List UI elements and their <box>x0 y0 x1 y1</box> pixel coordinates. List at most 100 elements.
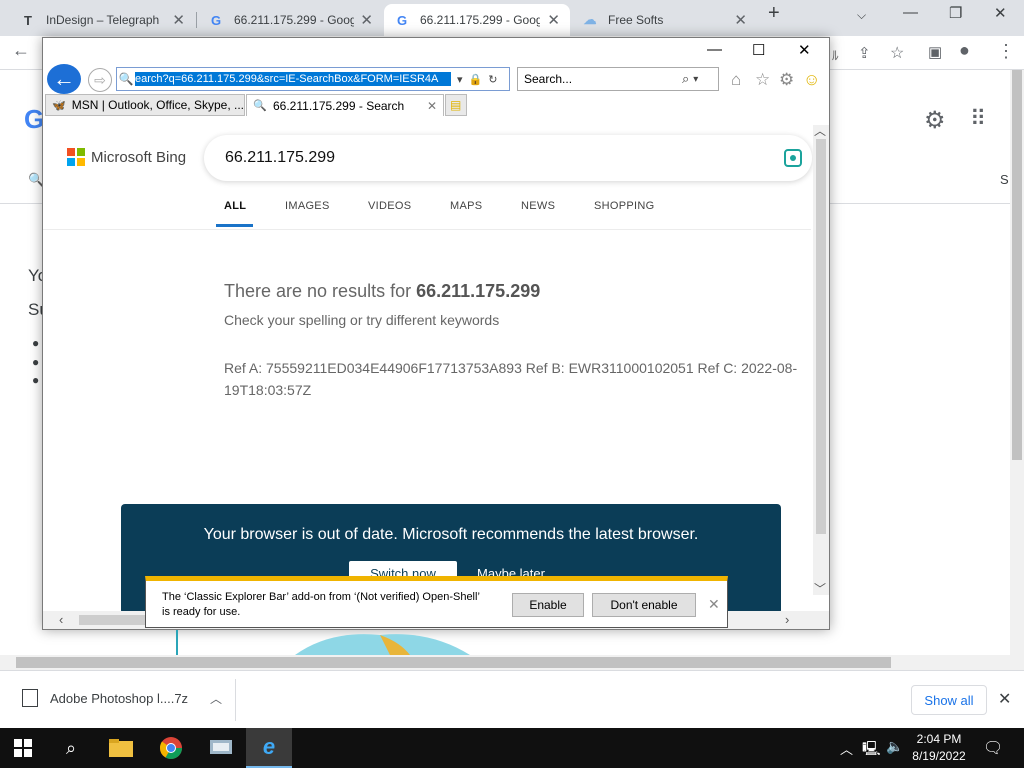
nav-images[interactable]: IMAGES <box>285 200 330 212</box>
nav-all[interactable]: ALL <box>224 200 246 212</box>
notifications-icon[interactable]: 🗨 <box>983 738 1003 758</box>
nav-news[interactable]: NEWS <box>521 200 555 212</box>
show-all-button[interactable]: Show all <box>911 685 987 715</box>
cloud-icon: ☁ <box>583 12 597 27</box>
divider <box>235 679 236 721</box>
close-icon[interactable]: ✕ <box>360 11 373 29</box>
dont-enable-button[interactable]: Don't enable <box>592 593 696 617</box>
chrome-tab-2[interactable]: G 66.211.175.299 - Goog ✕ <box>198 4 383 36</box>
search-icon[interactable]: ⌕ <box>682 71 689 87</box>
close-icon[interactable]: ✕ <box>998 689 1011 709</box>
home-icon[interactable]: ⌂ <box>731 70 741 90</box>
new-tab-icon[interactable]: ▤ <box>445 94 467 116</box>
minimize-icon[interactable]: — <box>903 4 918 21</box>
search-icon: 🔍 <box>118 72 134 86</box>
tab-search-chevron-icon[interactable]: ⌵ <box>857 8 866 23</box>
maximize-icon[interactable]: ☐ <box>752 41 765 59</box>
ie-tab-msn[interactable]: 🦋 MSN | Outlook, Office, Skype, ... <box>45 94 245 116</box>
smiley-feedback-icon[interactable]: ☺ <box>803 70 820 90</box>
nav-maps[interactable]: MAPS <box>450 200 482 212</box>
scroll-right-icon[interactable]: › <box>785 612 789 627</box>
chrome-vertical-scrollbar[interactable] <box>1010 70 1024 655</box>
menu-kebab-icon[interactable]: ⋮ <box>997 41 1015 62</box>
back-arrow-icon[interactable]: ← <box>47 64 81 94</box>
bullet-icon: ● <box>32 336 40 350</box>
address-bar[interactable]: 🔍 earch?q=66.211.175.299&src=IE-SearchBo… <box>116 67 510 91</box>
bing-search-box[interactable]: 66.211.175.299 <box>204 135 812 181</box>
close-icon[interactable]: ✕ <box>419 99 437 113</box>
chrome-tab-3[interactable]: G 66.211.175.299 - Goog ✕ <box>384 4 570 36</box>
network-icon[interactable]: 🖳 <box>862 738 881 762</box>
tab-separator <box>196 12 197 28</box>
ie-tab-search[interactable]: 🔍 66.211.175.299 - Search ✕ <box>246 94 444 116</box>
system-clock[interactable]: 2:04 PM 8/19/2022 <box>908 731 970 765</box>
close-window-icon[interactable]: ✕ <box>798 41 811 59</box>
scroll-left-icon[interactable]: ‹ <box>59 612 63 627</box>
notification-text: The ‘Classic Explorer Bar’ add-on from ‘… <box>162 591 480 618</box>
close-icon[interactable]: ✕ <box>734 11 747 29</box>
google-favicon-icon: G <box>396 12 408 28</box>
settings-gear-icon[interactable]: ⚙ <box>779 70 794 90</box>
google-favicon-icon: G <box>210 12 222 28</box>
control-panel-icon[interactable] <box>198 728 244 768</box>
search-input[interactable] <box>524 72 674 86</box>
share-icon[interactable]: ⇪ <box>858 44 871 62</box>
bookmark-star-icon[interactable]: ☆ <box>890 43 904 63</box>
download-item[interactable]: Adobe Photoshop l....7z ︿ <box>22 689 222 707</box>
addon-notification-bar: The ‘Classic Explorer Bar’ add-on from ‘… <box>145 576 728 628</box>
forward-arrow-icon[interactable]: ⇨ <box>88 68 112 92</box>
chrome-tab-4[interactable]: ☁ Free Softs ✕ <box>572 4 757 36</box>
reference-ids: Ref A: 75559211ED034E44906F17713753A893 … <box>224 360 798 398</box>
visual-search-camera-icon[interactable] <box>784 149 802 167</box>
start-windows-icon[interactable] <box>0 728 46 768</box>
lock-icon[interactable]: 🔒 <box>469 73 483 86</box>
chrome-tab-title: Free Softs <box>608 13 664 27</box>
settings-gear-icon[interactable]: ⚙ <box>924 106 946 135</box>
dropdown-icon[interactable]: ▾ <box>457 73 463 86</box>
favorites-star-icon[interactable]: ☆ <box>755 70 770 90</box>
scroll-thumb[interactable] <box>1012 70 1022 460</box>
ie-vertical-scrollbar[interactable]: ︿ ﹀ <box>813 122 829 597</box>
extension-partial-icon[interactable]: ﾙ <box>832 45 839 64</box>
address-url[interactable]: earch?q=66.211.175.299&src=IE-SearchBox&… <box>135 72 451 86</box>
chrome-horizontal-scrollbar[interactable] <box>0 655 1024 670</box>
close-icon[interactable]: ✕ <box>708 596 720 613</box>
volume-icon[interactable]: 🔈 <box>886 738 903 755</box>
nav-shopping[interactable]: SHOPPING <box>594 200 654 212</box>
bing-logo[interactable]: Microsoft Bing <box>67 148 186 166</box>
chrome-tab-1[interactable]: T InDesign – Telegraph ✕ <box>10 4 195 36</box>
back-arrow-icon[interactable]: ← <box>12 40 30 61</box>
chevron-up-icon[interactable]: ︿ <box>210 690 222 707</box>
apps-grid-icon[interactable]: ⠿ <box>970 106 986 132</box>
internet-explorer-icon[interactable]: e <box>246 728 292 768</box>
scroll-down-icon[interactable]: ﹀ <box>814 580 826 597</box>
chrome-icon[interactable] <box>148 728 194 768</box>
close-icon[interactable]: ✕ <box>547 11 560 29</box>
ie-title-bar[interactable]: — ☐ ✕ <box>43 38 829 64</box>
ie-tab-bar: 🦋 MSN | Outlook, Office, Skype, ... 🔍 66… <box>43 94 829 116</box>
bing-query[interactable]: 66.211.175.299 <box>225 149 335 167</box>
refresh-icon[interactable]: ↻ <box>488 73 497 86</box>
scroll-up-icon[interactable]: ︿ <box>814 122 826 139</box>
ie-tab-title: 66.211.175.299 - Search <box>273 98 405 113</box>
internet-explorer-window: — ☐ ✕ ← ⇨ 🔍 earch?q=66.211.175.299&src=I… <box>42 37 830 630</box>
nav-videos[interactable]: VIDEOS <box>368 200 411 212</box>
minimize-icon[interactable]: — <box>707 41 722 58</box>
search-box[interactable]: ⌕ ▾ <box>517 67 719 91</box>
file-explorer-icon[interactable] <box>98 728 144 768</box>
search-icon[interactable]: ⌕ <box>48 728 94 768</box>
search-icon: 🔍 <box>253 100 267 112</box>
scroll-thumb[interactable] <box>16 657 891 668</box>
dropdown-icon[interactable]: ▾ <box>693 74 698 85</box>
side-panel-icon[interactable]: ▣ <box>928 43 942 61</box>
msn-butterfly-icon: 🦋 <box>52 99 66 112</box>
new-tab-plus-icon[interactable]: + <box>768 2 780 25</box>
show-hidden-icons-chevron-icon[interactable]: ︿ <box>840 739 853 758</box>
close-icon[interactable]: ✕ <box>172 11 185 29</box>
restore-icon[interactable]: ❐ <box>949 4 962 22</box>
enable-button[interactable]: Enable <box>512 593 584 617</box>
no-results-hint: Check your spelling or try different key… <box>224 312 500 328</box>
scroll-thumb[interactable] <box>816 139 826 534</box>
close-window-icon[interactable]: ✕ <box>994 4 1007 22</box>
profile-avatar-icon[interactable]: ● <box>959 40 970 61</box>
